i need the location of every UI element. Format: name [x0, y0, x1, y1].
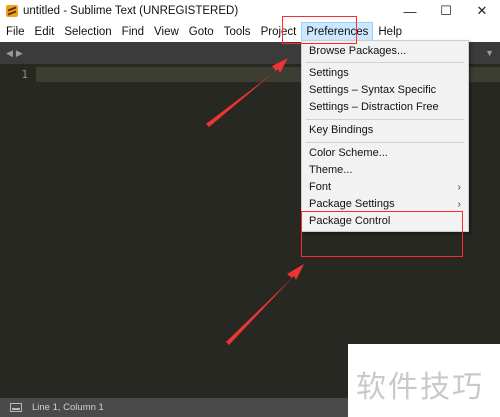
menu-view[interactable]: View — [149, 22, 184, 42]
menu-separator — [306, 119, 464, 120]
menu-item-browse-packages[interactable]: Browse Packages... — [302, 43, 468, 60]
window-title: untitled - Sublime Text (UNREGISTERED) — [23, 5, 239, 17]
menu-item-label: Settings – Syntax Specific — [309, 84, 437, 96]
menu-item-settings[interactable]: Settings — [302, 65, 468, 82]
cursor-position: Line 1, Column 1 — [32, 402, 104, 413]
menu-file[interactable]: File — [1, 22, 30, 42]
menu-goto[interactable]: Goto — [184, 22, 219, 42]
menu-item-theme[interactable]: Theme... — [302, 162, 468, 179]
window-controls: — ☐ ✕ — [392, 0, 500, 22]
tab-navigation: ◀ ▶ — [6, 48, 23, 59]
menu-item-label: Browse Packages... — [309, 45, 407, 57]
menu-item-label: Settings – Distraction Free — [309, 101, 439, 113]
menu-item-label: Package Settings — [309, 198, 395, 210]
menu-separator — [306, 142, 464, 143]
watermark: 软件技巧 — [348, 344, 500, 417]
title-bar: untitled - Sublime Text (UNREGISTERED) —… — [0, 0, 500, 22]
submenu-arrow-icon: › — [457, 182, 461, 193]
menu-item-label: Font — [309, 181, 332, 193]
menu-find[interactable]: Find — [117, 22, 149, 42]
menu-item-label: Color Scheme... — [309, 147, 388, 159]
preferences-menu: Browse Packages... Settings Settings – S… — [301, 40, 469, 232]
menu-item-color-scheme[interactable]: Color Scheme... — [302, 145, 468, 162]
console-toggle-icon[interactable] — [10, 403, 22, 412]
watermark-text: 软件技巧 — [356, 370, 484, 405]
tab-list-dropdown-icon[interactable]: ▼ — [485, 48, 494, 58]
close-button[interactable]: ✕ — [464, 0, 500, 22]
menu-tools[interactable]: Tools — [219, 22, 256, 42]
menu-item-key-bindings[interactable]: Key Bindings — [302, 122, 468, 139]
menu-item-settings-distraction-free[interactable]: Settings – Distraction Free — [302, 99, 468, 116]
menu-item-settings-syntax-specific[interactable]: Settings – Syntax Specific — [302, 82, 468, 99]
menu-separator — [306, 62, 464, 63]
menu-item-label: Settings — [309, 67, 349, 79]
maximize-button[interactable]: ☐ — [428, 0, 464, 22]
menu-item-font[interactable]: Font › — [302, 179, 468, 196]
sublime-text-icon — [6, 5, 18, 17]
highlight-box-package-control — [301, 211, 463, 257]
tab-prev-icon[interactable]: ◀ — [6, 48, 13, 59]
line-number: 1 — [21, 68, 28, 81]
menu-help[interactable]: Help — [373, 22, 407, 42]
menu-edit[interactable]: Edit — [30, 22, 60, 42]
menu-item-label: Theme... — [309, 164, 353, 176]
tab-next-icon[interactable]: ▶ — [16, 48, 23, 59]
menu-item-label: Key Bindings — [309, 124, 374, 136]
highlight-box-preferences — [282, 16, 357, 44]
minimize-button[interactable]: — — [392, 0, 428, 22]
menu-selection[interactable]: Selection — [59, 22, 116, 42]
menu-bar: File Edit Selection Find View Goto Tools… — [0, 22, 500, 42]
gutter: 1 — [0, 64, 36, 398]
